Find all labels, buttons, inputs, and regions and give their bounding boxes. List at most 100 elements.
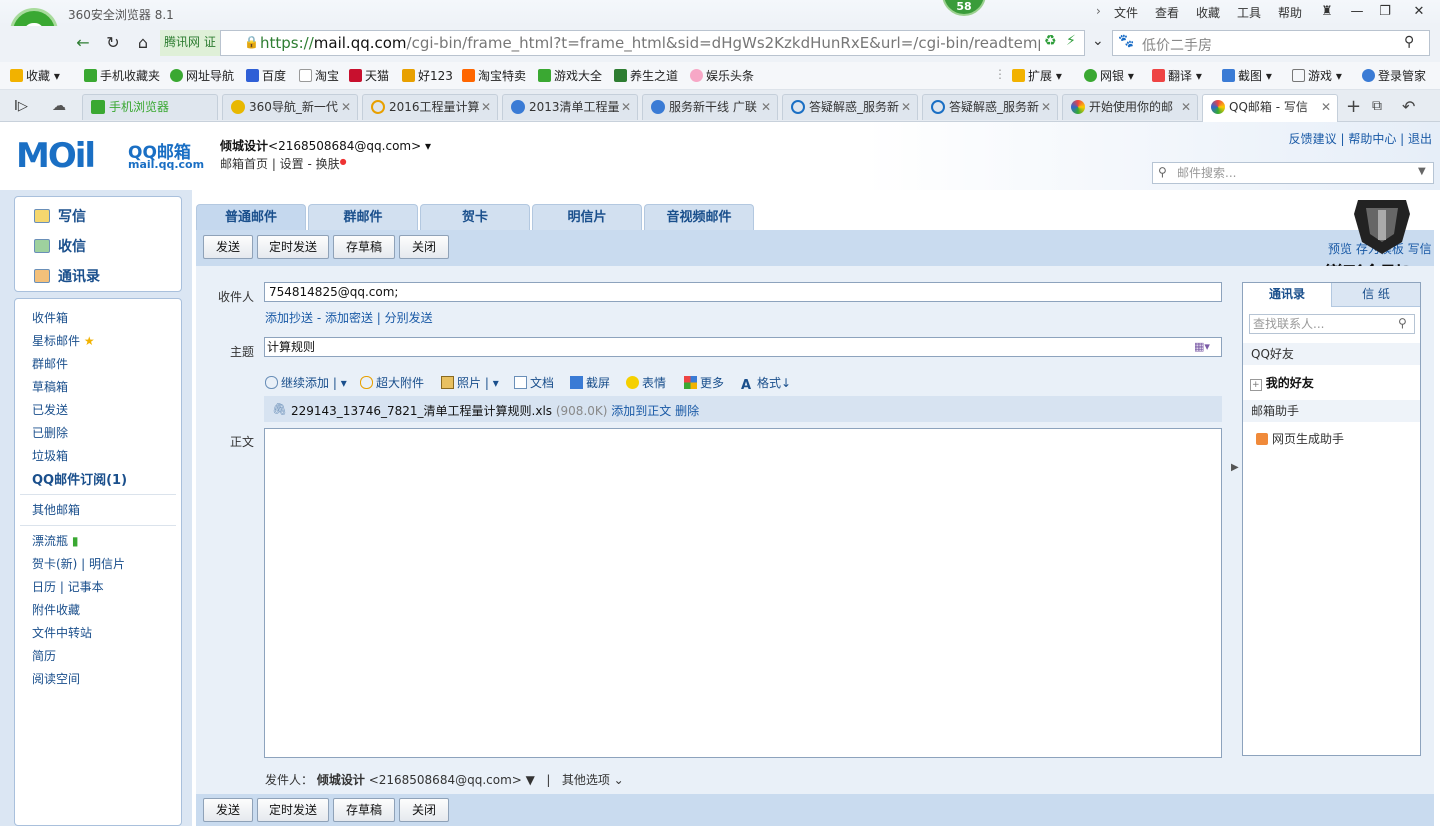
document-button[interactable]: 文档	[514, 374, 554, 391]
app-cards[interactable]: 贺卡(新) | 明信片	[32, 555, 125, 572]
receive-link[interactable]: 收信	[34, 236, 86, 256]
send-button[interactable]: 发送	[203, 235, 253, 259]
folder-drafts[interactable]: 草稿箱	[32, 378, 68, 395]
tab-contacts[interactable]: 通讯录	[1243, 283, 1331, 307]
close-button[interactable]: 关闭	[399, 235, 449, 259]
user-account[interactable]: 倾城设计<2168508684@qq.com> ▾	[220, 137, 431, 154]
undo-close-icon[interactable]: ↶	[1402, 97, 1415, 116]
menu-tools[interactable]: 工具	[1237, 4, 1261, 21]
screenshot-button[interactable]: 截屏	[570, 374, 610, 391]
tab-stationery[interactable]: 信 纸	[1331, 283, 1420, 307]
app-attachments[interactable]: 附件收藏	[32, 601, 80, 618]
app-calendar[interactable]: 日历 | 记事本	[32, 578, 104, 595]
mail-search-input[interactable]: 邮件搜索...	[1152, 162, 1434, 184]
chevron-down-icon[interactable]: ⌄	[1092, 33, 1104, 49]
close-tab-icon[interactable]: ✕	[341, 95, 351, 119]
bookmark-favorites[interactable]: 收藏 ▾	[10, 67, 60, 84]
bookmark-games[interactable]: 游戏大全	[538, 67, 602, 84]
folder-subscriptions[interactable]: QQ邮件订阅(1)	[32, 469, 127, 488]
cc-links[interactable]: 添加抄送 - 添加密送 | 分别发送	[265, 309, 433, 326]
bookmark-hao123[interactable]: 好123	[402, 67, 453, 84]
bookmark-taobao-sale[interactable]: 淘宝特卖	[462, 67, 526, 84]
back-icon[interactable]: ←	[72, 33, 94, 53]
cloud-icon[interactable]: ☁	[52, 98, 66, 114]
body-editor[interactable]	[264, 428, 1222, 758]
bookmark-baidu[interactable]: 百度	[246, 67, 286, 84]
tab-normal-mail[interactable]: 普通邮件	[196, 204, 306, 230]
tab-group-mail[interactable]: 群邮件	[308, 204, 418, 230]
tab-start-mail[interactable]: 开始使用你的邮 ✕	[1062, 94, 1198, 120]
sidebar-toggle-icon[interactable]: I▷	[14, 99, 28, 114]
tab-qa-1[interactable]: 答疑解惑_服务新 ✕	[782, 94, 918, 120]
tab-postcard[interactable]: 明信片	[532, 204, 642, 230]
tool-extensions[interactable]: 扩展 ▾	[1012, 67, 1062, 84]
more-button[interactable]: 更多	[684, 374, 724, 391]
bookmark-health[interactable]: 养生之道	[614, 67, 678, 84]
tab-service[interactable]: 服务新干线 广联 ✕	[642, 94, 778, 120]
close-button-bottom[interactable]: 关闭	[399, 798, 449, 822]
new-tab-icon[interactable]: +	[1346, 96, 1361, 117]
tab-av-mail[interactable]: 音视频邮件	[644, 204, 754, 230]
close-window-button[interactable]: ✕	[1406, 2, 1432, 22]
attachment-actions[interactable]: 添加到正文 删除	[611, 404, 699, 418]
save-draft-button-bottom[interactable]: 存草稿	[333, 798, 395, 822]
section-mail-helper[interactable]: 邮箱助手	[1243, 400, 1420, 422]
folder-inbox[interactable]: 收件箱	[32, 309, 68, 326]
tab-2013-list[interactable]: 2013清单工程量 ✕	[502, 94, 638, 120]
menu-arrow-icon[interactable]: ›	[1096, 4, 1101, 18]
folder-starred[interactable]: 星标邮件 ★	[32, 332, 95, 349]
restore-tab-icon[interactable]: ⧉	[1372, 98, 1382, 114]
user-nav-links[interactable]: 邮箱首页 | 设置 - 换肤	[220, 157, 340, 171]
tab-mobile-browser[interactable]: 手机浏览器	[82, 94, 218, 120]
bookmark-taobao[interactable]: 淘宝	[299, 67, 339, 84]
large-attachment-button[interactable]: 超大附件	[360, 374, 424, 391]
save-draft-button[interactable]: 存草稿	[333, 235, 395, 259]
expand-panel-icon[interactable]: ▶	[1231, 462, 1239, 473]
url-text[interactable]: https://mail.qq.com/cgi-bin/frame_html?t…	[260, 34, 1040, 52]
compose-link[interactable]: 写信	[34, 206, 86, 226]
skin-icon[interactable]: ♜	[1314, 2, 1340, 22]
other-mailbox[interactable]: 其他邮箱	[32, 501, 80, 518]
app-resume[interactable]: 简历	[32, 647, 56, 664]
folder-spam[interactable]: 垃圾箱	[32, 447, 68, 464]
search-icon[interactable]: ⚲	[1404, 34, 1414, 50]
emoji-button[interactable]: 表情	[626, 374, 666, 391]
subject-format-icon[interactable]: ▦▾	[1194, 340, 1210, 353]
recycle-icon[interactable]: ♻	[1044, 33, 1057, 49]
tool-login-manager[interactable]: 登录管家	[1362, 67, 1426, 84]
speed-mode-icon[interactable]: ⚡	[1066, 33, 1076, 49]
app-file-transfer[interactable]: 文件中转站	[32, 624, 92, 641]
menu-view[interactable]: 查看	[1155, 4, 1179, 21]
menu-help[interactable]: 帮助	[1278, 4, 1302, 21]
tab-qa-2[interactable]: 答疑解惑_服务新 ✕	[922, 94, 1058, 120]
folder-group[interactable]: 群邮件	[32, 355, 68, 372]
dropdown-arrow-icon[interactable]: ▼	[1418, 166, 1426, 177]
subject-field[interactable]: 计算规则	[264, 337, 1222, 357]
app-drift-bottle[interactable]: 漂流瓶 ▮	[32, 532, 78, 549]
tool-bank[interactable]: 网银 ▾	[1084, 67, 1134, 84]
tab-2016-calc[interactable]: 2016工程量计算 ✕	[362, 94, 498, 120]
close-tab-icon[interactable]: ✕	[621, 95, 631, 119]
scheduled-send-button[interactable]: 定时发送	[257, 235, 329, 259]
close-tab-icon[interactable]: ✕	[1041, 95, 1051, 119]
bookmark-mobile[interactable]: 手机收藏夹	[84, 67, 160, 84]
mail-logo[interactable]: MOil	[16, 136, 96, 176]
minimize-button[interactable]: —	[1344, 2, 1370, 22]
app-reading[interactable]: 阅读空间	[32, 670, 80, 687]
tool-games[interactable]: 游戏 ▾	[1292, 67, 1342, 84]
tab-360-nav[interactable]: 360导航_新一代 ✕	[222, 94, 358, 120]
add-attachment-button[interactable]: 继续添加 | ▾	[265, 374, 347, 391]
scheduled-send-button-bottom[interactable]: 定时发送	[257, 798, 329, 822]
refresh-icon[interactable]: ↻	[102, 33, 124, 53]
tool-translate[interactable]: 翻译 ▾	[1152, 67, 1202, 84]
contact-search-input[interactable]: 查找联系人...	[1249, 314, 1415, 334]
tab-qq-mail-compose[interactable]: QQ邮箱 - 写信 ✕	[1202, 94, 1338, 122]
maximize-button[interactable]: ❐	[1372, 2, 1398, 22]
to-field[interactable]: 754814825@qq.com;	[264, 282, 1222, 302]
close-tab-icon[interactable]: ✕	[1321, 95, 1331, 119]
sender-row[interactable]: 发件人： 倾城设计 <2168508684@qq.com> ▼ | 其他选项 ⌄	[265, 771, 624, 788]
bookmark-tmall[interactable]: 天猫	[349, 67, 389, 84]
close-tab-icon[interactable]: ✕	[901, 95, 911, 119]
folder-sent[interactable]: 已发送	[32, 401, 68, 418]
bookmark-nav[interactable]: 网址导航	[170, 67, 234, 84]
